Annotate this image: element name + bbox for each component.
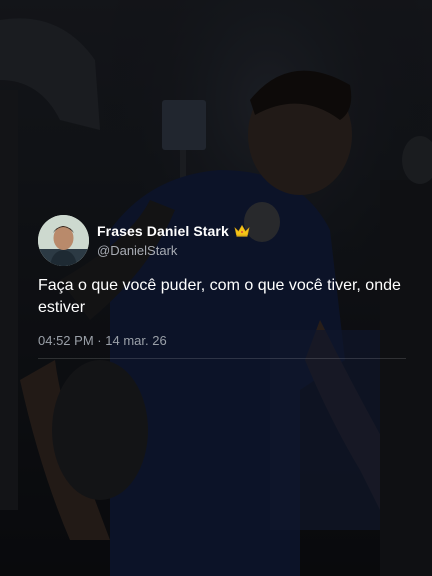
user-handle[interactable]: @DanielStark (97, 243, 250, 258)
name-block: Frases Daniel Stark @DanielStark (97, 223, 250, 258)
display-name[interactable]: Frases Daniel Stark (97, 223, 229, 239)
meta-separator: · (97, 333, 102, 348)
tweet-date: 14 mar. 26 (105, 333, 167, 348)
tweet-card: Frases Daniel Stark @DanielStark Faça o … (38, 214, 408, 359)
avatar[interactable] (38, 214, 89, 266)
divider (38, 358, 406, 359)
tweet-header: Frases Daniel Stark @DanielStark (38, 214, 408, 266)
crown-icon (234, 224, 250, 237)
name-row: Frases Daniel Stark (97, 223, 250, 239)
tweet-meta: 04:52 PM · 14 mar. 26 (38, 333, 408, 348)
tweet-text: Faça o que você puder, com o que você ti… (38, 277, 401, 316)
tweet-time: 04:52 PM (38, 333, 94, 348)
